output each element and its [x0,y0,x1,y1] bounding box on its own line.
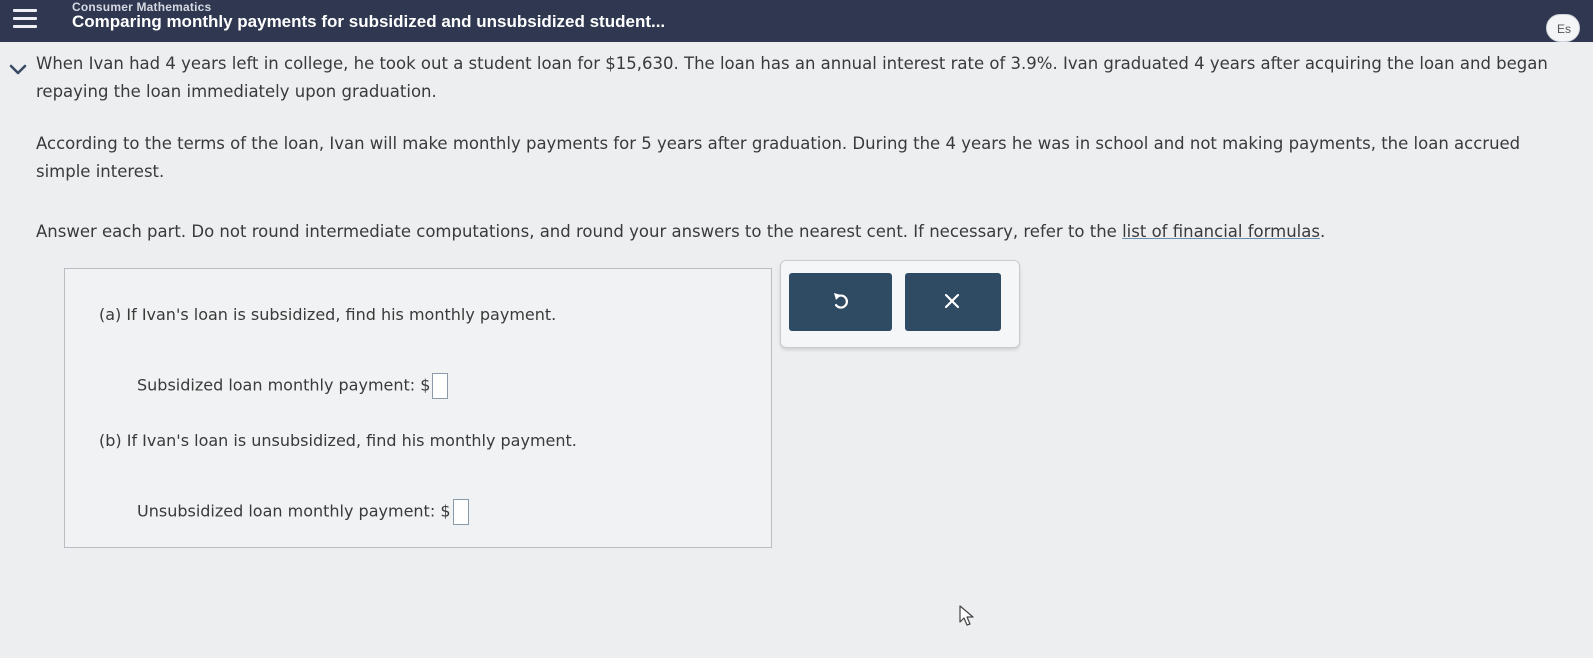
currency-symbol: $ [420,375,431,395]
subsidized-payment-input[interactable] [432,373,449,399]
part-b-prompt: (b) If Ivan's loan is unsubsidized, find… [99,431,577,450]
problem-paragraph-1: When Ivan had 4 years left in college, h… [36,54,1548,101]
undo-icon [834,293,848,309]
undo-button[interactable] [789,273,892,331]
unsubsidized-payment-input[interactable] [452,499,469,525]
part-a-answer-row: Subsidized loan monthly payment: $ [137,373,449,399]
instructions-text: Answer each part. Do not round intermedi… [36,222,1123,241]
clear-button[interactable] [905,273,1001,331]
chevron-down-icon [9,64,27,75]
part-b-label: Unsubsidized loan monthly payment: [137,501,436,521]
language-button[interactable]: Es [1546,14,1580,42]
part-b-answer-row: Unsubsidized loan monthly payment: $ [137,499,469,525]
problem-paragraph-3: Answer each part. Do not round intermedi… [36,218,1576,246]
currency-symbol: $ [440,501,451,521]
page-title: Comparing monthly payments for subsidize… [72,12,666,31]
part-a-label: Subsidized loan monthly payment: [137,375,416,395]
answer-tools-panel [780,260,1020,348]
close-icon [945,294,959,308]
answer-panel: (a) If Ivan's loan is subsidized, find h… [64,268,772,548]
menu-icon[interactable] [13,9,37,29]
instructions-period: . [1319,222,1326,241]
problem-paragraph-2: According to the terms of the loan, Ivan… [36,134,1521,181]
financial-formulas-link[interactable]: list of financial formulas [1122,222,1320,241]
top-bar: Consumer Mathematics Comparing monthly p… [0,0,1593,42]
mouse-cursor-icon [959,605,974,626]
part-a-prompt: (a) If Ivan's loan is subsidized, find h… [99,305,557,324]
collapse-button[interactable] [0,58,36,88]
